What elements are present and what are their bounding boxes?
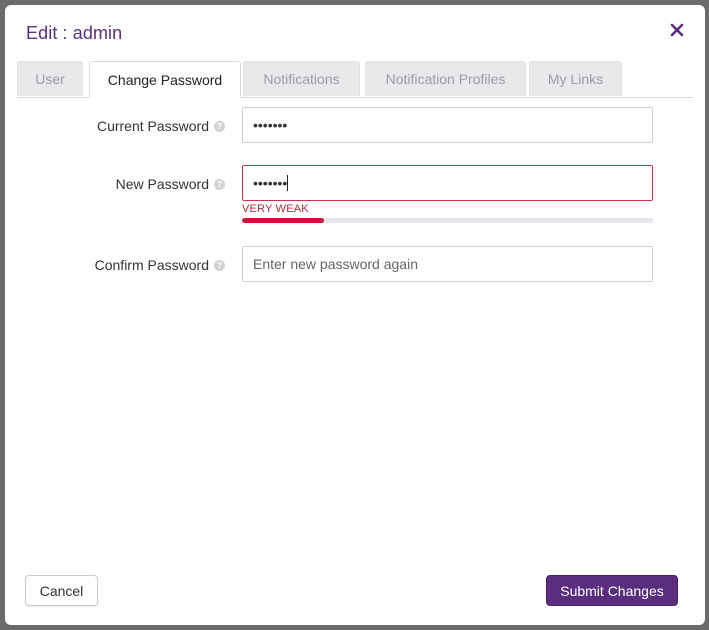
current-password-input[interactable] <box>242 107 653 143</box>
question-circle-icon: ? <box>214 179 225 190</box>
cancel-button[interactable]: Cancel <box>25 575 98 606</box>
tab-my-links[interactable]: My Links <box>529 61 622 96</box>
new-password-label: New Password <box>115 176 209 192</box>
tab-notification-profiles[interactable]: Notification Profiles <box>365 61 526 96</box>
password-strength-fill <box>242 218 325 223</box>
close-icon[interactable] <box>669 22 685 38</box>
question-circle-icon: ? <box>214 260 225 271</box>
new-password-input[interactable] <box>242 165 653 201</box>
tab-user[interactable]: User <box>17 61 83 96</box>
dialog-title: Edit : admin <box>26 23 123 43</box>
password-strength-meter <box>242 218 653 223</box>
tab-change-password[interactable]: Change Password <box>89 61 241 98</box>
submit-changes-button[interactable]: Submit Changes <box>546 575 678 606</box>
edit-user-dialog: Edit : admin User Change Password Notifi… <box>5 5 705 625</box>
confirm-password-label: Confirm Password <box>94 257 209 273</box>
confirm-password-input[interactable] <box>242 246 653 282</box>
question-circle-icon: ? <box>214 121 225 132</box>
tab-notifications[interactable]: Notifications <box>243 61 360 96</box>
text-caret <box>287 175 288 191</box>
password-strength-label: VERY WEAK <box>242 203 309 215</box>
tab-bar: User Change Password Notifications Notif… <box>17 61 693 98</box>
current-password-label: Current Password <box>96 118 209 134</box>
